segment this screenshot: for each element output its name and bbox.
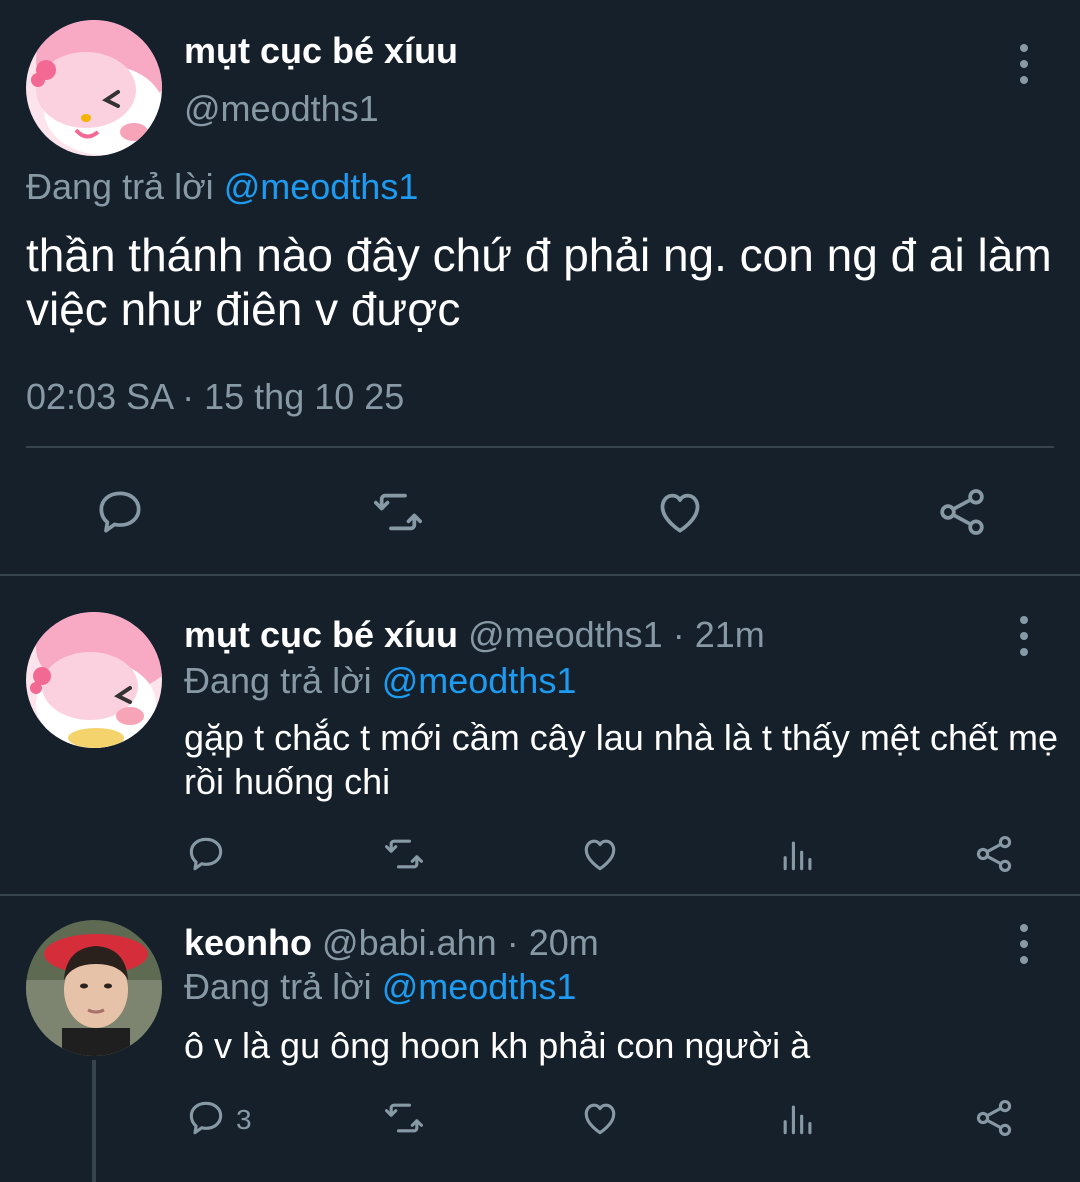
replying-label: Đang trả lời (184, 966, 372, 1007)
like-icon[interactable] (578, 1096, 622, 1140)
more-options-icon[interactable] (1018, 924, 1030, 964)
reply-text: gặp t chắc t mới cầm cây lau nhà là t th… (184, 717, 1059, 802)
replying-mention[interactable]: @meodths1 (382, 966, 577, 1007)
replying-label: Đang trả lời (184, 660, 372, 701)
retweet-icon[interactable] (382, 1096, 426, 1140)
like-icon[interactable] (578, 832, 622, 876)
reply-header: mụt cục bé xíuu @meodths1 · 21m (184, 614, 765, 656)
divider (26, 446, 1054, 448)
analytics-icon[interactable] (776, 1096, 820, 1140)
reply-icon[interactable] (184, 832, 228, 876)
reply-author-avatar[interactable] (26, 612, 162, 748)
replying-to-line: Đang trả lời @meodths1 (26, 166, 418, 208)
replying-to-line: Đang trả lời @meodths1 (184, 966, 576, 1008)
reply-author-handle[interactable]: @meodths1 (468, 614, 663, 655)
author-handle[interactable]: @meodths1 (184, 88, 379, 130)
retweet-icon[interactable] (370, 484, 426, 540)
reply-count: 3 (236, 1104, 252, 1135)
share-icon[interactable] (972, 832, 1016, 876)
replying-label: Đang trả lời (26, 166, 214, 207)
replying-to-line: Đang trả lời @meodths1 (184, 660, 576, 702)
reply-text: ô v là gu ông hoon kh phải con người à (184, 1025, 811, 1066)
tweet-text: thần thánh nào đây chứ đ phải ng. con ng… (26, 229, 1052, 335)
author-name[interactable]: mụt cục bé xíuu (184, 30, 458, 72)
replying-mention[interactable]: @meodths1 (224, 166, 419, 207)
analytics-icon[interactable] (776, 832, 820, 876)
more-options-icon[interactable] (1018, 44, 1030, 84)
share-icon[interactable] (972, 1096, 1016, 1140)
reply-time[interactable]: · 21m (673, 614, 765, 655)
reply-icon[interactable] (184, 1096, 228, 1140)
reply-author-name[interactable]: mụt cục bé xíuu (184, 614, 458, 655)
section-divider (0, 574, 1080, 576)
reply-time[interactable]: · 20m (507, 922, 599, 963)
reply-author-name[interactable]: keonho (184, 922, 312, 963)
like-icon[interactable] (652, 484, 708, 540)
reply-header: keonho @babi.ahn · 20m (184, 922, 599, 964)
share-icon[interactable] (934, 484, 990, 540)
tweet-timestamp[interactable]: 02:03 SA · 15 thg 10 25 (26, 376, 404, 418)
retweet-icon[interactable] (382, 832, 426, 876)
reply-author-avatar[interactable] (26, 920, 162, 1056)
thread-connector (92, 1060, 96, 1182)
reply-author-handle[interactable]: @babi.ahn (322, 922, 497, 963)
section-divider (0, 894, 1080, 896)
replying-mention[interactable]: @meodths1 (382, 660, 577, 701)
more-options-icon[interactable] (1018, 616, 1030, 656)
author-avatar[interactable] (26, 20, 162, 156)
reply-icon[interactable] (92, 484, 148, 540)
